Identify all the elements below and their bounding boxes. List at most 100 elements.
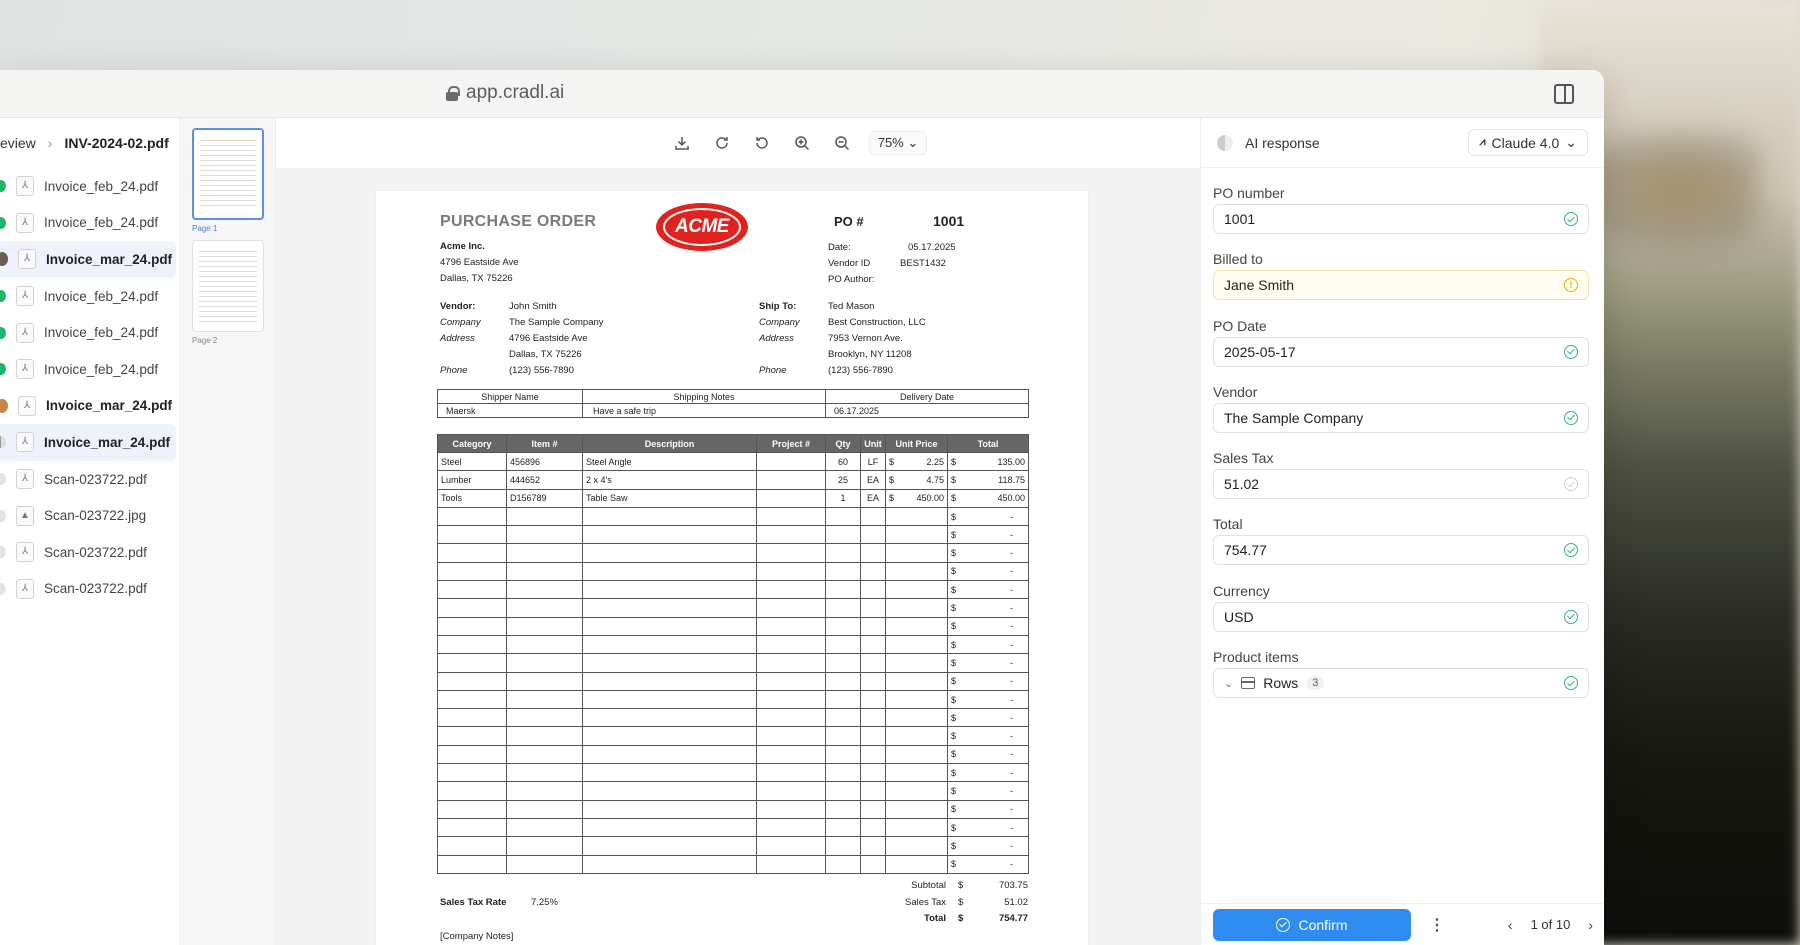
items-header: Unit — [860, 434, 886, 453]
empty-cell — [506, 836, 583, 856]
file-list-item[interactable]: ▲ Scan-023722.jpg — [0, 497, 176, 534]
document-viewer[interactable]: PURCHASE ORDER ACME PO # 1001 Acme Inc. … — [276, 168, 1200, 945]
items-header: Unit Price — [885, 434, 948, 453]
table-row: $ - — [437, 580, 1029, 600]
empty-cell — [756, 561, 826, 582]
download-icon[interactable] — [669, 130, 695, 156]
anthropic-icon: ⩘ — [1479, 136, 1486, 148]
field-input[interactable]: 2025-05-17 — [1213, 336, 1589, 367]
item-total: $450.00 — [947, 488, 1029, 508]
price-value: 2.25 — [926, 456, 944, 467]
item-qty: 1 — [825, 488, 861, 508]
total-value: - — [1010, 785, 1013, 796]
empty-cell — [756, 634, 826, 655]
confirm-button[interactable]: Confirm — [1213, 908, 1411, 941]
field-input[interactable]: USD — [1213, 601, 1589, 632]
empty-cell — [885, 653, 948, 673]
zoom-out-icon[interactable] — [829, 130, 855, 156]
field-input[interactable]: The Sample Company — [1213, 402, 1589, 433]
empty-cell — [437, 726, 507, 746]
file-list-item[interactable]: ⅄ Scan-023722.pdf — [0, 461, 176, 498]
file-list-item[interactable]: ⅄ Invoice_mar_24.pdf — [0, 424, 176, 461]
pdf-icon: ⅄ — [16, 578, 34, 599]
item-unit-price: $4.75 — [885, 470, 948, 490]
total-value: - — [1010, 584, 1013, 595]
item-qty: 25 — [825, 470, 861, 490]
zoom-select[interactable]: 75% ⌄ — [868, 131, 928, 155]
chevron-down-icon: ⌄ — [907, 135, 919, 150]
file-list-item[interactable]: ⅄ Invoice_mar_24.pdf — [0, 388, 176, 425]
empty-cell — [437, 671, 507, 691]
empty-cell — [437, 525, 507, 545]
empty-cell — [756, 763, 826, 783]
currency-symbol: $ — [951, 749, 957, 760]
field-po-date: PO Date 2025-05-17 — [1213, 301, 1589, 367]
empty-cell — [437, 598, 507, 618]
file-list-item[interactable]: ⅄ Invoice_feb_24.pdf — [0, 351, 176, 388]
file-list-item[interactable]: ⅄ Invoice_feb_24.pdf — [0, 314, 176, 351]
url-text: app.cradl.ai — [466, 82, 565, 103]
subtotal-value-cell: $703.75 — [958, 880, 1028, 891]
empty-cell — [582, 689, 757, 710]
company-notes: [Company Notes] — [440, 931, 514, 942]
empty-cell — [885, 799, 948, 819]
field-input[interactable]: 754.77 — [1213, 535, 1589, 566]
empty-cell — [825, 580, 861, 600]
file-list-item[interactable]: ⅄ Invoice_feb_24.pdf — [0, 205, 176, 242]
currency-symbol: $ — [951, 493, 957, 504]
previous-icon[interactable]: ‹ — [1508, 917, 1513, 933]
more-options-icon[interactable]: ⋮ — [1429, 915, 1445, 935]
zoom-in-icon[interactable] — [789, 130, 815, 156]
total-value: - — [1010, 548, 1013, 559]
currency-symbol: $ — [951, 657, 957, 668]
currency-symbol: $ — [958, 880, 964, 891]
currency-symbol: $ — [951, 840, 957, 851]
empty-cell — [825, 726, 861, 746]
shipping-cell: 06.17.2025 — [825, 403, 1029, 418]
file-list-item[interactable]: ⅄ Invoice_feb_24.pdf — [0, 278, 176, 315]
status-icon — [0, 582, 6, 595]
url-bar[interactable]: app.cradl.ai — [446, 82, 564, 104]
file-list-item[interactable]: ⅄ Scan-023722.pdf — [0, 571, 176, 608]
item-total: $ - — [947, 616, 1029, 636]
total-value: - — [1010, 529, 1013, 540]
file-name: Scan-023722.jpg — [44, 508, 147, 524]
thumbnail-page-1[interactable] — [192, 128, 264, 220]
file-list-item[interactable]: ⅄ Invoice_mar_24.pdf — [0, 241, 176, 278]
empty-cell — [582, 836, 757, 856]
field-vendor: Vendor The Sample Company — [1213, 367, 1589, 433]
rotate-clockwise-icon[interactable] — [709, 130, 735, 156]
company-address-line1: 4796 Eastside Ave — [440, 257, 519, 268]
tax-rate-label: Sales Tax Rate — [440, 897, 507, 908]
logo-text: ACME — [663, 208, 741, 246]
file-name: Invoice_feb_24.pdf — [44, 325, 159, 341]
file-list-item[interactable]: ⅄ Scan-023722.pdf — [0, 534, 176, 571]
item-total: $ - — [947, 854, 1029, 874]
model-select[interactable]: ⩘ Claude 4.0 ⌄ — [1468, 129, 1588, 156]
rotate-counterclockwise-icon[interactable] — [749, 130, 775, 156]
currency-symbol: $ — [951, 511, 957, 522]
item-number: 456896 — [506, 451, 583, 472]
file-list-item[interactable]: ⅄ Invoice_feb_24.pdf — [0, 168, 176, 205]
empty-cell — [860, 653, 886, 673]
vendor-id-label: Vendor ID — [828, 258, 871, 269]
file-name: Invoice_mar_24.pdf — [46, 398, 173, 414]
empty-cell — [756, 616, 826, 636]
empty-cell — [437, 781, 507, 801]
file-name: Invoice_feb_24.pdf — [44, 288, 159, 304]
pdf-icon: ⅄ — [18, 395, 36, 416]
field-input[interactable]: Jane Smith! — [1213, 270, 1589, 301]
split-view-icon[interactable] — [1554, 84, 1574, 104]
file-name: Invoice_feb_24.pdf — [44, 215, 159, 231]
empty-cell — [885, 506, 948, 527]
check-circle-icon — [1564, 344, 1578, 359]
field-input[interactable]: 51.02 — [1213, 469, 1589, 500]
thumbnail-page-2[interactable] — [192, 240, 264, 332]
field-input[interactable]: 1001 — [1213, 204, 1589, 234]
next-icon[interactable]: › — [1588, 917, 1593, 933]
product-items-rows[interactable]: ⌄ Rows 3 — [1213, 668, 1589, 699]
breadcrumb-parent[interactable]: eview — [0, 135, 36, 151]
table-row: $ - — [437, 671, 1029, 691]
check-status-icon — [0, 180, 6, 193]
rows-count-badge: 3 — [1306, 676, 1325, 691]
